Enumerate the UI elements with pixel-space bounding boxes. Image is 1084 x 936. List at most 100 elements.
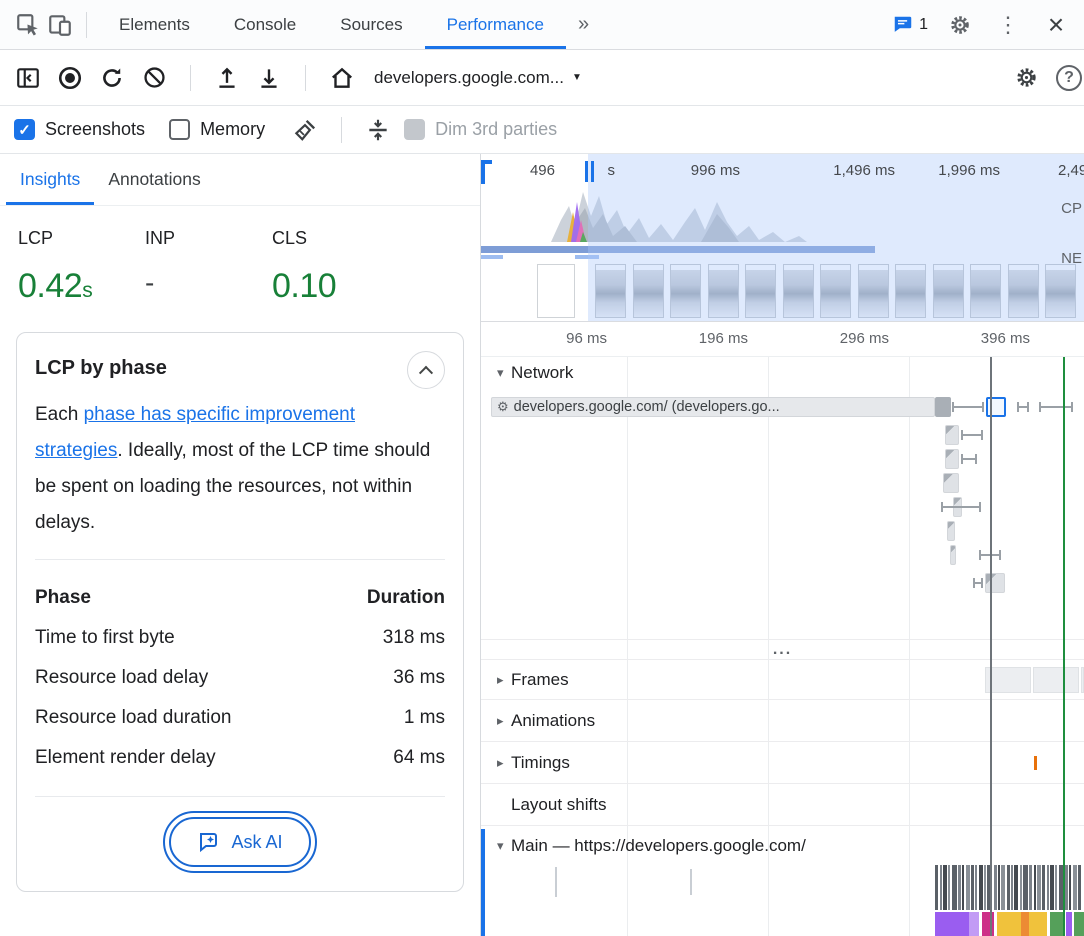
flame-activity-bar[interactable] <box>1029 865 1032 910</box>
device-toolbar-button[interactable] <box>44 9 76 41</box>
inspect-element-button[interactable] <box>12 9 44 41</box>
flame-task-segment[interactable] <box>1066 912 1072 936</box>
frames-track-header[interactable]: ▸ Frames <box>481 659 1084 699</box>
record-button[interactable] <box>54 62 86 94</box>
network-timing-whisker[interactable] <box>961 430 983 440</box>
filmstrip-thumbnail[interactable] <box>970 264 1001 318</box>
flame-task-segment[interactable] <box>1029 912 1047 936</box>
ask-ai-button[interactable]: Ask AI <box>169 817 310 867</box>
flame-activity-bar[interactable] <box>1065 865 1068 910</box>
filmstrip-thumbnail[interactable] <box>595 264 626 318</box>
home-button[interactable] <box>326 62 358 94</box>
flame-activity-bar[interactable] <box>975 865 977 910</box>
flame-activity-bar[interactable] <box>952 865 957 910</box>
filmstrip-thumbnail[interactable] <box>858 264 889 318</box>
filmstrip-thumbnail[interactable] <box>745 264 776 318</box>
filmstrip-thumbnail[interactable] <box>820 264 851 318</box>
tab-performance[interactable]: Performance <box>425 0 566 49</box>
network-timing-whisker[interactable] <box>952 402 984 412</box>
flame-activity-bar[interactable] <box>1042 865 1045 910</box>
screenshots-checkbox[interactable]: ✓ <box>14 119 35 140</box>
collapse-tracks-button[interactable] <box>362 114 394 146</box>
network-timing-whisker[interactable] <box>961 454 977 464</box>
more-tabs-button[interactable]: » <box>566 0 601 49</box>
flame-activity-bar[interactable] <box>994 865 997 910</box>
network-timing-whisker[interactable] <box>1039 402 1073 412</box>
tab-insights[interactable]: Insights <box>6 154 94 205</box>
capture-settings-button[interactable] <box>1010 62 1042 94</box>
flame-activity-bar[interactable] <box>1023 865 1028 910</box>
flame-activity-bar[interactable] <box>1007 865 1010 910</box>
network-request-bar[interactable] <box>945 425 959 445</box>
main-flame-chart[interactable] <box>481 865 1084 936</box>
overview-right-handle[interactable] <box>591 161 594 182</box>
selected-network-request[interactable] <box>986 397 1006 417</box>
filmstrip-thumbnail[interactable] <box>670 264 701 318</box>
network-request-bar[interactable] <box>947 521 955 541</box>
toggle-sidebar-button[interactable] <box>12 62 44 94</box>
flame-activity-bar[interactable] <box>1055 865 1057 910</box>
filmstrip-thumbnail[interactable] <box>1008 264 1039 318</box>
history-dropdown[interactable]: developers.google.com... ▼ <box>374 68 582 88</box>
metric-lcp[interactable]: LCP 0.42s <box>18 228 145 306</box>
network-timing-whisker[interactable] <box>1017 402 1029 412</box>
frame-item[interactable] <box>1033 667 1079 693</box>
network-request-bar[interactable] <box>950 545 956 565</box>
flame-activity-bar[interactable] <box>948 865 950 910</box>
tab-console[interactable]: Console <box>212 0 318 49</box>
filmstrip-thumbnail[interactable] <box>633 264 664 318</box>
menu-button[interactable]: ⋮ <box>992 9 1024 41</box>
network-track-header[interactable]: ▾ Network <box>481 357 1084 389</box>
metric-inp[interactable]: INP - <box>145 228 272 306</box>
tab-sources[interactable]: Sources <box>318 0 424 49</box>
tab-annotations[interactable]: Annotations <box>94 154 214 205</box>
collect-garbage-button[interactable] <box>289 114 321 146</box>
network-request-bar[interactable]: ⚙ developers.google.com/ (developers.go.… <box>491 397 935 417</box>
network-timing-whisker[interactable] <box>941 502 981 512</box>
filmstrip-thumbnail[interactable] <box>1045 264 1076 318</box>
flame-activity-bar[interactable] <box>935 865 938 910</box>
collapse-card-button[interactable] <box>407 351 445 389</box>
dim-third-parties-checkbox[interactable] <box>404 119 425 140</box>
network-request-bar[interactable] <box>985 573 1005 593</box>
filmstrip-thumbnail[interactable] <box>708 264 739 318</box>
flame-activity-bar[interactable] <box>1037 865 1041 910</box>
settings-button[interactable] <box>944 9 976 41</box>
flame-task-segment[interactable] <box>969 912 979 936</box>
layout-shifts-track-header[interactable]: Layout shifts <box>481 783 1084 825</box>
timings-track-header[interactable]: ▸ Timings <box>481 741 1084 783</box>
flame-activity-bar[interactable] <box>966 865 970 910</box>
network-request-bar[interactable] <box>943 473 959 493</box>
flame-task-segment[interactable] <box>997 912 1021 936</box>
timing-marker[interactable] <box>1034 756 1037 770</box>
flame-task-segment[interactable] <box>1074 912 1084 936</box>
tab-elements[interactable]: Elements <box>97 0 212 49</box>
flame-activity-bar[interactable] <box>1020 865 1022 910</box>
main-track-header[interactable]: ▾ Main — https://developers.google.com/ <box>481 825 1084 865</box>
close-devtools-button[interactable]: × <box>1040 9 1072 41</box>
flame-activity-bar[interactable] <box>979 865 983 910</box>
clear-button[interactable] <box>138 62 170 94</box>
help-button[interactable]: ? <box>1056 65 1082 91</box>
flame-activity-bar[interactable] <box>1073 865 1077 910</box>
record-and-reload-button[interactable] <box>96 62 128 94</box>
console-messages-button[interactable]: 1 <box>892 14 928 36</box>
flame-activity-bar[interactable] <box>1001 865 1005 910</box>
flame-activity-bar[interactable] <box>958 865 961 910</box>
animations-track-header[interactable]: ▸ Animations <box>481 699 1084 741</box>
flame-task-segment[interactable] <box>935 912 969 936</box>
flame-activity-bar[interactable] <box>1078 865 1081 910</box>
flame-activity-bar[interactable] <box>1069 865 1071 910</box>
flame-task-segment[interactable] <box>1050 912 1064 936</box>
flame-activity-bar[interactable] <box>984 865 986 910</box>
metric-cls[interactable]: CLS 0.10 <box>272 228 399 306</box>
flame-task-segment[interactable] <box>1021 912 1029 936</box>
flame-task-segment[interactable] <box>982 912 994 936</box>
flame-activity-bar[interactable] <box>1050 865 1054 910</box>
flame-activity-bar[interactable] <box>940 865 942 910</box>
network-overflow-indicator[interactable]: ... <box>481 639 1084 659</box>
flame-activity-bar[interactable] <box>1034 865 1036 910</box>
flame-activity-bar[interactable] <box>1011 865 1013 910</box>
flame-activity-bar[interactable] <box>943 865 947 910</box>
timeline-overview[interactable]: 496 s 996 ms 1,496 ms 1,996 ms 2,49 CP N… <box>481 154 1084 321</box>
